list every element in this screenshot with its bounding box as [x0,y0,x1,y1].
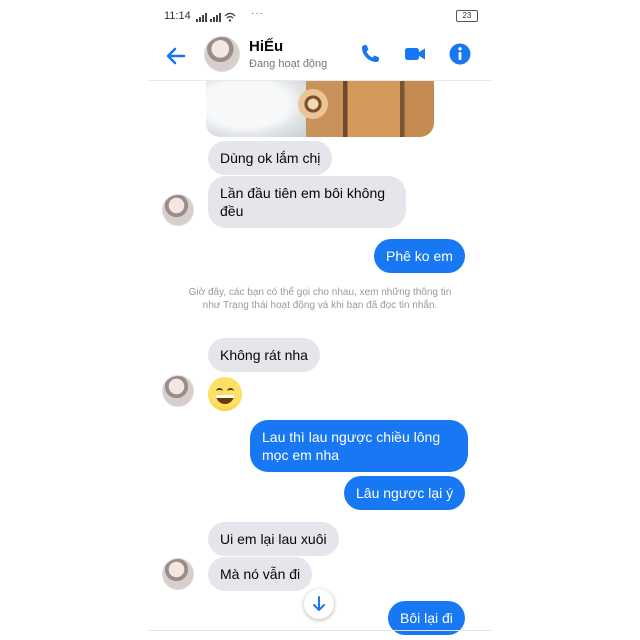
wifi-icon [224,12,236,22]
contact-name[interactable]: HiẾu [249,38,283,55]
arrow-down-icon [313,596,325,611]
status-bar: 11:14 ··· 23 [148,0,492,32]
signal-icon [196,12,236,22]
system-notice: Giờ đây, các bạn có thể gọi cho nhau, xe… [188,287,452,311]
message-bubble-outgoing[interactable]: Lau thì lau ngược chiều lông mọc em nha [250,420,468,472]
message-bubble-incoming[interactable]: Không rát nha [208,338,320,372]
messenger-screen: 11:14 ··· 23 HiẾu Đang hoạt động Dùng ok… [148,0,492,640]
message-bubble-incoming[interactable]: Mà nó vẫn đi [208,557,313,591]
message-bubble-incoming[interactable]: Ui em lại lau xuôi [208,522,339,556]
status-time: 11:14 [164,10,191,22]
divider [148,630,492,631]
contact-avatar-small[interactable] [162,375,194,407]
message-bubble-outgoing[interactable]: Lâu ngược lại ý [344,476,466,510]
grinning-face-icon[interactable] [208,377,242,411]
message-bubble-incoming[interactable]: Lần đầu tiên em bôi không đều [208,176,406,228]
active-status: Đang hoạt động [249,58,328,70]
video-camera-icon[interactable] [403,42,427,66]
info-icon[interactable] [448,42,472,66]
contact-avatar-small[interactable] [162,558,194,590]
shared-photo[interactable] [206,81,434,137]
contact-avatar[interactable] [204,36,240,72]
back-arrow-icon[interactable] [162,42,190,70]
contact-avatar-small[interactable] [162,194,194,226]
message-bubble-incoming[interactable]: Dùng ok lắm chị [208,141,333,175]
status-dots: ··· [251,8,264,19]
message-bubble-outgoing[interactable]: Phê ko em [374,239,465,273]
message-list[interactable]: Dùng ok lắm chị Lần đầu tiên em bôi khôn… [148,81,492,640]
conversation-header: HiẾu Đang hoạt động [148,32,492,81]
scroll-to-bottom-button[interactable] [304,589,334,619]
battery-icon: 23 [456,10,478,22]
phone-icon[interactable] [358,42,382,66]
